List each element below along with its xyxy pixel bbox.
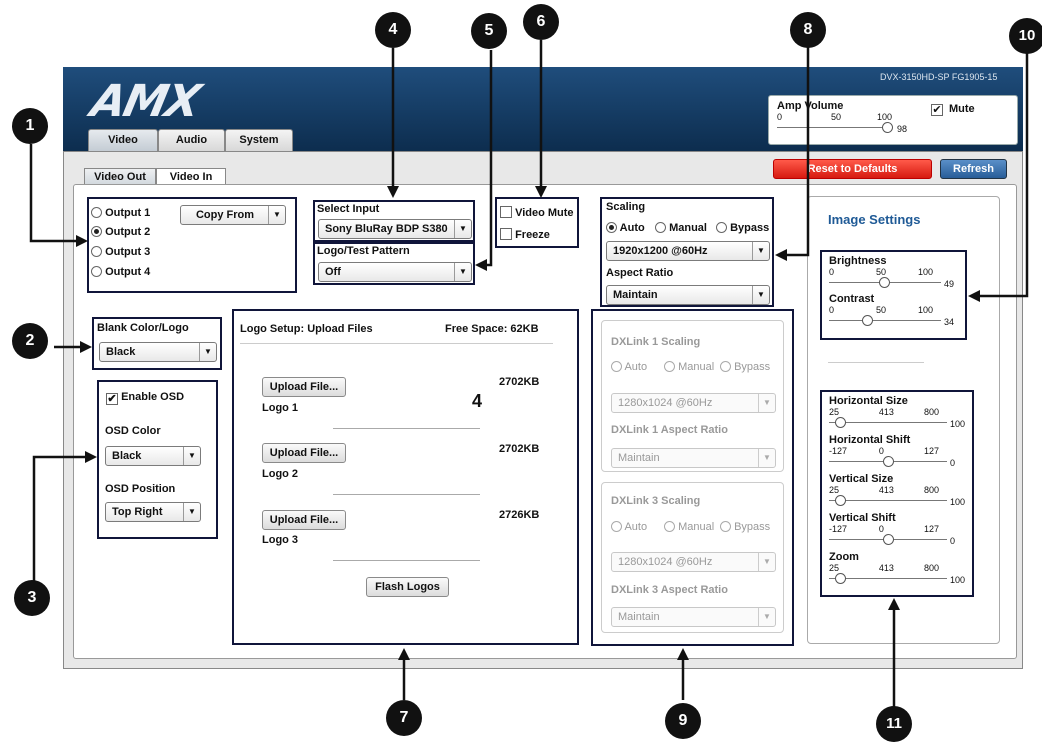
connector-10-line (980, 52, 1029, 298)
arrow-1-icon (76, 235, 88, 247)
connector-8-line (787, 47, 810, 257)
arrow-3-icon (85, 451, 97, 463)
callout-6-badge: 6 (523, 4, 559, 40)
callout-3-badge: 3 (14, 580, 50, 616)
callout-2-badge: 2 (12, 323, 48, 359)
callout-connectors (29, 40, 1029, 710)
callout-5-badge: 5 (471, 13, 507, 49)
arrow-10-icon (968, 290, 980, 302)
arrow-6-icon (535, 186, 547, 198)
callout-9-badge: 9 (665, 703, 701, 739)
callout-7-badge: 7 (386, 700, 422, 736)
arrow-4-icon (387, 186, 399, 198)
arrow-11-icon (888, 598, 900, 610)
connector-3-line (32, 455, 88, 583)
callout-8-badge: 8 (790, 12, 826, 48)
connector-1-line (29, 144, 76, 243)
arrow-7-icon (398, 648, 410, 660)
connector-5-line (480, 50, 493, 267)
callout-10-badge: 10 (1009, 18, 1042, 54)
arrow-2-icon (80, 341, 92, 353)
callout-4-badge: 4 (375, 12, 411, 48)
arrow-5-icon (475, 259, 487, 271)
callout-11-badge: 11 (876, 706, 912, 742)
arrow-9-icon (677, 648, 689, 660)
callout-1-badge: 1 (12, 108, 48, 144)
arrow-8-icon (775, 249, 787, 261)
